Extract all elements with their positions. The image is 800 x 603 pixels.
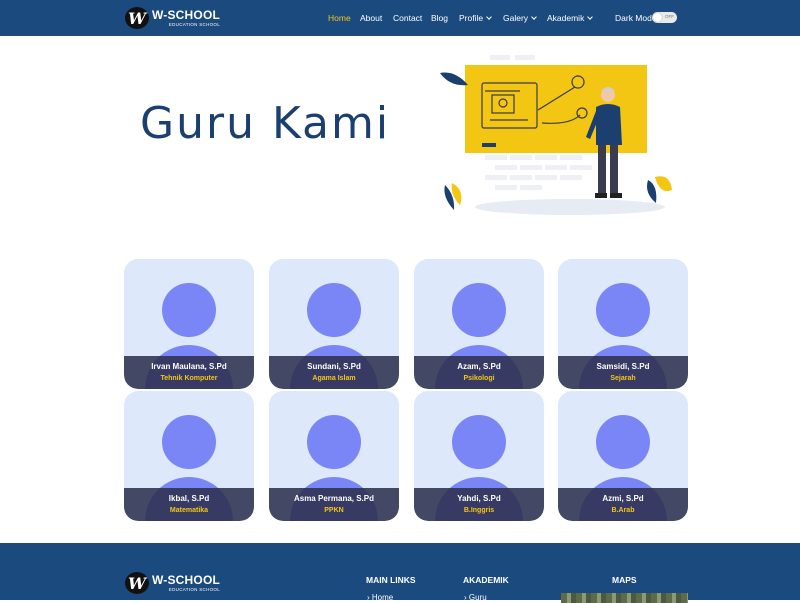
- logo-subtitle: EDUCATION SCHOOL: [168, 21, 221, 27]
- nav-home[interactable]: Home: [328, 13, 351, 23]
- teacher-name: Azmi, S.Pd: [602, 494, 644, 503]
- avatar-icon: [596, 415, 650, 469]
- chevron-down-icon: [587, 14, 594, 20]
- nav-akademik-label: Akademik: [547, 13, 585, 23]
- footer-link-guru[interactable]: › Guru: [464, 593, 487, 602]
- footer-link-guru-label: Guru: [468, 593, 487, 602]
- chevron-down-icon: [531, 14, 537, 20]
- nav-galery-label: Galery: [503, 13, 529, 23]
- teacher-card[interactable]: Irvan Maulana, S.Pd Tehnik Komputer: [124, 259, 254, 389]
- logo-mark-icon: W: [125, 572, 149, 594]
- footer-akademik-heading: AKADEMIK: [463, 575, 509, 585]
- nav-contact[interactable]: Contact: [393, 13, 422, 23]
- logo-text: W-SCHOOL EDUCATION SCHOOL: [152, 9, 220, 28]
- footer-link-home[interactable]: › Home: [367, 593, 393, 602]
- teacher-caption: Sundani, S.Pd Agama Islam: [269, 356, 399, 389]
- teacher-subject: B.Arab: [611, 507, 635, 514]
- teacher-caption: Irvan Maulana, S.Pd Tehnik Komputer: [124, 356, 254, 389]
- teacher-name: Asma Permana, S.Pd: [293, 494, 375, 503]
- teacher-name: Azam, S.Pd: [457, 362, 501, 371]
- teacher-card[interactable]: Azam, S.Pd Psikologi: [414, 259, 544, 389]
- teacher-subject: Psikologi: [463, 375, 495, 382]
- avatar-icon: [307, 415, 361, 469]
- teacher-card[interactable]: Yahdi, S.Pd B.Inggris: [414, 391, 544, 521]
- teacher-caption: Ikbal, S.Pd Matematika: [124, 488, 254, 521]
- teacher-caption: Asma Permana, S.Pd PPKN: [269, 488, 399, 521]
- teacher-name: Yahdi, S.Pd: [457, 494, 501, 503]
- teacher-caption: Azmi, S.Pd B.Arab: [558, 488, 688, 521]
- teacher-subject: Sejarah: [610, 375, 636, 382]
- teacher-name: Samsidi, S.Pd: [596, 362, 650, 371]
- avatar-icon: [596, 283, 650, 337]
- logo-subtitle: EDUCATION SCHOOL: [168, 586, 221, 592]
- teacher-card[interactable]: Azmi, S.Pd B.Arab: [558, 391, 688, 521]
- dark-mode-label: Dark Mode: [615, 13, 657, 23]
- avatar-icon: [452, 415, 506, 469]
- footer-link-home-label: Home: [371, 593, 394, 602]
- logo-text: W-SCHOOL EDUCATION SCHOOL: [152, 574, 220, 593]
- logo-title: W-SCHOOL: [152, 572, 221, 587]
- teacher-card[interactable]: Ikbal, S.Pd Matematika: [124, 391, 254, 521]
- nav-galery-dropdown[interactable]: Galery: [503, 13, 537, 23]
- footer-main-links-heading: MAIN LINKS: [366, 575, 416, 585]
- nav-about[interactable]: About: [360, 13, 382, 23]
- teacher-illustration: [440, 55, 672, 215]
- nav-blog[interactable]: Blog: [431, 13, 448, 23]
- brand-logo[interactable]: W W-SCHOOL EDUCATION SCHOOL: [125, 6, 220, 30]
- teacher-name: Irvan Maulana, S.Pd: [151, 362, 227, 371]
- teacher-subject: PPKN: [324, 507, 344, 514]
- nav-akademik-dropdown[interactable]: Akademik: [547, 13, 594, 23]
- teacher-card[interactable]: Samsidi, S.Pd Sejarah: [558, 259, 688, 389]
- teacher-name: Ikbal, S.Pd: [168, 494, 210, 503]
- teacher-caption: Samsidi, S.Pd Sejarah: [558, 356, 688, 389]
- nav-profile-dropdown[interactable]: Profile: [459, 13, 492, 23]
- footer-logo[interactable]: W W-SCHOOL EDUCATION SCHOOL: [125, 572, 220, 594]
- teacher-subject: Tehnik Komputer: [160, 375, 218, 382]
- avatar-icon: [307, 283, 361, 337]
- map-embed[interactable]: [561, 593, 688, 603]
- teacher-card[interactable]: Asma Permana, S.Pd PPKN: [269, 391, 399, 521]
- footer-maps-heading: MAPS: [612, 575, 637, 585]
- teacher-caption: Yahdi, S.Pd B.Inggris: [414, 488, 544, 521]
- logo-title: W-SCHOOL: [152, 7, 221, 22]
- chevron-down-icon: [486, 14, 492, 20]
- avatar-icon: [452, 283, 506, 337]
- teacher-subject: B.Inggris: [463, 507, 495, 514]
- nav-profile-label: Profile: [459, 13, 484, 23]
- page-title: Guru Kami: [140, 98, 391, 149]
- toggle-state-text: OFF: [665, 14, 674, 19]
- avatar-icon: [162, 283, 216, 337]
- teacher-caption: Azam, S.Pd Psikologi: [414, 356, 544, 389]
- navbar: W W-SCHOOL EDUCATION SCHOOL Home About C…: [0, 0, 800, 36]
- logo-mark-icon: W: [125, 7, 149, 29]
- toggle-knob: [653, 13, 662, 22]
- dark-mode-toggle[interactable]: OFF: [652, 12, 677, 23]
- teacher-subject: Matematika: [169, 507, 209, 514]
- teacher-card[interactable]: Sundani, S.Pd Agama Islam: [269, 259, 399, 389]
- footer: W W-SCHOOL EDUCATION SCHOOL MAIN LINKS ›…: [0, 543, 800, 603]
- avatar-icon: [162, 415, 216, 469]
- teacher-name: Sundani, S.Pd: [307, 362, 361, 371]
- teacher-subject: Agama Islam: [312, 375, 356, 382]
